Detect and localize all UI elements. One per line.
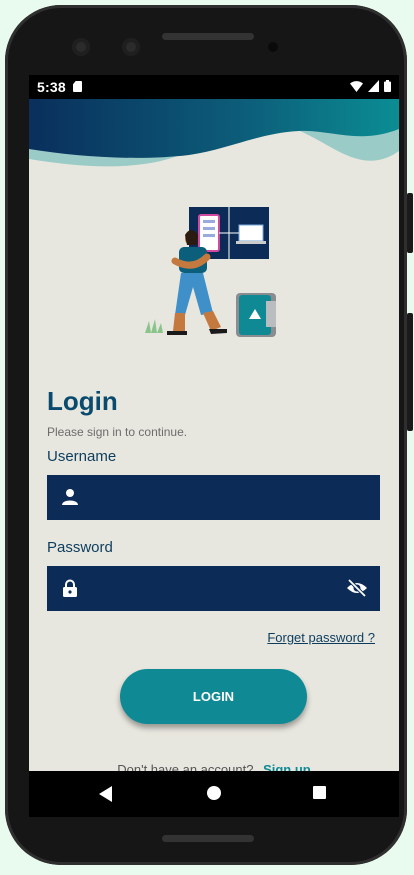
username-label: Username xyxy=(47,448,117,465)
signal-icon xyxy=(368,80,379,92)
recent-apps-icon[interactable] xyxy=(313,786,326,799)
bottom-speaker xyxy=(162,835,254,842)
eye-off-icon[interactable] xyxy=(346,578,368,598)
proximity-sensor xyxy=(268,42,278,52)
signup-prompt: Don't have an account? xyxy=(117,762,254,771)
wifi-icon xyxy=(350,81,363,92)
person-icon xyxy=(62,489,78,505)
signup-row: Don't have an account? Sign up xyxy=(29,762,399,771)
status-bar: 5:38 xyxy=(29,75,399,99)
screen: 5:38 Login Please sign in to continue. U… xyxy=(29,75,399,817)
password-field[interactable] xyxy=(47,566,380,611)
signup-link[interactable]: Sign up xyxy=(263,762,311,771)
forgot-password-link[interactable]: Forget password ? xyxy=(267,630,375,645)
power-button xyxy=(407,193,413,253)
subtitle: Please sign in to continue. xyxy=(47,425,188,439)
login-screen: Login Please sign in to continue. Userna… xyxy=(29,99,399,771)
page-title: Login xyxy=(47,386,118,416)
top-speaker xyxy=(162,33,254,40)
battery-icon xyxy=(384,80,391,92)
navigation-bar xyxy=(29,771,399,817)
status-icons xyxy=(350,80,391,92)
lock-icon xyxy=(63,579,77,597)
phone-frame: 5:38 Login Please sign in to continue. U… xyxy=(5,5,413,865)
hero-illustration xyxy=(145,207,276,337)
header-wave xyxy=(29,99,399,167)
volume-button xyxy=(407,313,413,431)
sd-card-icon xyxy=(73,81,82,92)
password-label: Password xyxy=(47,539,113,556)
username-field[interactable] xyxy=(47,475,380,520)
front-camera-left xyxy=(72,38,90,56)
login-button[interactable]: LOGIN xyxy=(120,669,307,724)
status-time: 5:38 xyxy=(37,79,66,95)
home-icon[interactable] xyxy=(207,786,221,800)
back-icon[interactable] xyxy=(99,786,112,802)
front-camera-right xyxy=(122,38,140,56)
